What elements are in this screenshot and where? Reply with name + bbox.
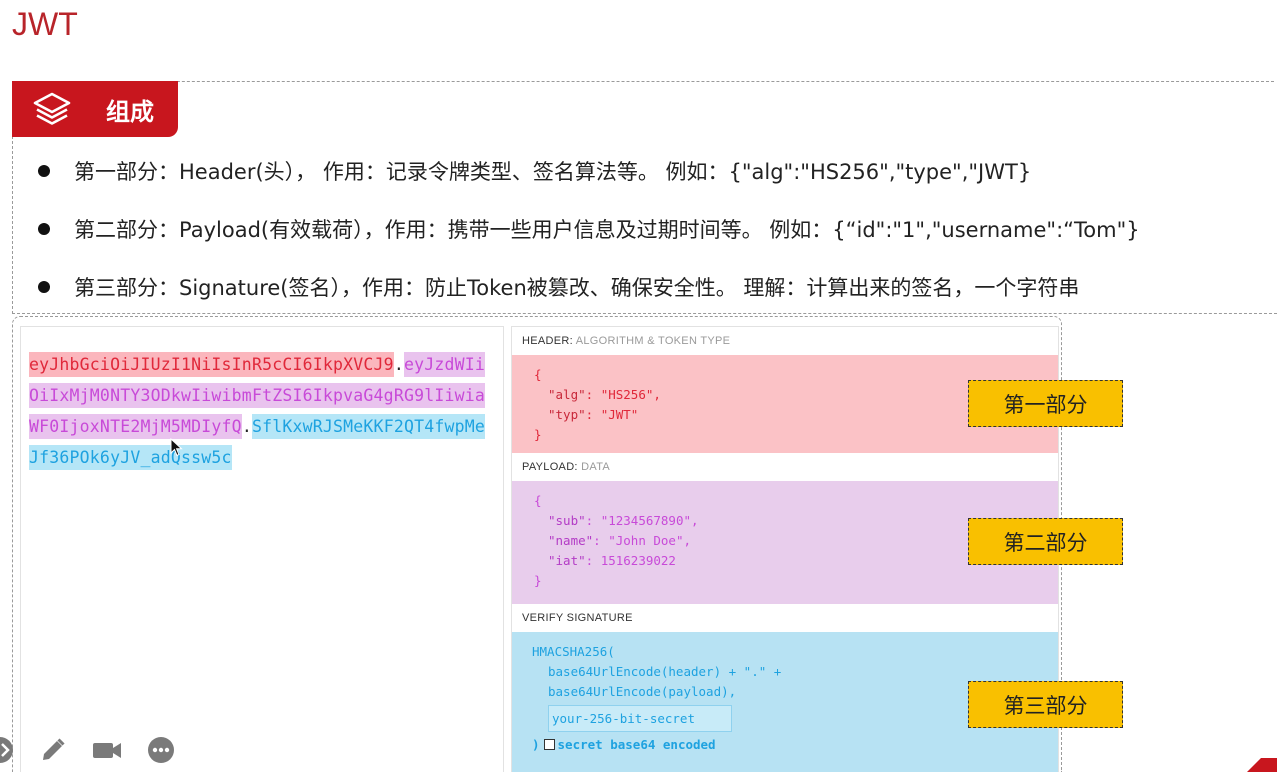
encoded-separator: .: [241, 417, 252, 436]
arrow-icon[interactable]: [0, 732, 16, 768]
section-tag: 组成: [12, 81, 178, 137]
verify-section-title: VERIFY SIGNATURE: [512, 604, 1058, 632]
more-icon[interactable]: [146, 732, 176, 768]
part-two-label: 第二部分: [968, 518, 1123, 565]
list-item-text: 第一部分：Header(头）， 作用：记录令牌类型、签名算法等。 例如：{"al…: [74, 160, 1032, 184]
json-key: "typ": [548, 407, 586, 422]
composition-list: 第一部分：Header(头）， 作用：记录令牌类型、签名算法等。 例如：{"al…: [36, 156, 1140, 330]
json-key: "iat": [548, 553, 586, 568]
part-one-label: 第一部分: [968, 380, 1123, 427]
verify-title: VERIFY SIGNATURE: [522, 612, 633, 624]
json-brace: }: [534, 573, 542, 588]
hmac-close: ): [532, 737, 540, 752]
secret-input[interactable]: your-256-bit-secret: [548, 705, 732, 732]
json-value: 1516239022: [600, 553, 676, 568]
bullet-dot: [38, 165, 50, 177]
encode-header-line: base64UrlEncode(header) + "." +: [548, 664, 782, 679]
payload-subtitle: DATA: [581, 461, 611, 473]
list-item-text: 第二部分：Payload(有效载荷），作用：携带一些用户信息及过期时间等。 例如…: [74, 218, 1140, 242]
json-brace: }: [534, 427, 542, 442]
json-brace: {: [534, 493, 542, 508]
encoded-separator: .: [393, 355, 404, 374]
json-key: "alg": [548, 387, 586, 402]
page-title: JWT: [12, 6, 78, 42]
hmac-function: HMACSHA256(: [532, 644, 615, 659]
encoded-token-box[interactable]: eyJhbGciOiJIUzI1NiIsInR5cCI6IkpXVCJ9.eyJ…: [20, 326, 504, 772]
part-three-label: 第三部分: [968, 681, 1123, 728]
payload-title: PAYLOAD:: [522, 461, 578, 473]
list-item-payload: 第二部分：Payload(有效载荷），作用：携带一些用户信息及过期时间等。 例如…: [36, 214, 1140, 272]
json-value: "JWT": [600, 407, 639, 422]
list-item-header: 第一部分：Header(头）， 作用：记录令牌类型、签名算法等。 例如：{"al…: [36, 156, 1140, 214]
bullet-dot: [38, 281, 50, 293]
bullet-dot: [38, 223, 50, 235]
presentation-toolbar: [0, 732, 200, 768]
mouse-cursor-icon: [170, 438, 183, 457]
json-value: "John Doe",: [608, 533, 692, 548]
base64-option: ) secret base64 encoded: [532, 735, 1058, 755]
pencil-icon[interactable]: [38, 732, 68, 768]
json-value: "HS256",: [600, 387, 661, 402]
payload-section-title: PAYLOAD: DATA: [512, 453, 1058, 481]
encoded-header: eyJhbGciOiJIUzI1NiIsInR5cCI6IkpXVCJ9: [29, 352, 394, 377]
header-section-title: HEADER: ALGORITHM & TOKEN TYPE: [512, 327, 1058, 355]
json-key: "name": [548, 533, 594, 548]
checkbox-label: secret base64 encoded: [557, 737, 716, 752]
camera-icon[interactable]: [90, 732, 124, 768]
header-title: HEADER:: [522, 335, 573, 347]
section-tag-label: 组成: [106, 97, 154, 126]
json-key: "sub": [548, 513, 586, 528]
secret-base64-checkbox[interactable]: [543, 739, 555, 750]
header-subtitle: ALGORITHM & TOKEN TYPE: [575, 335, 731, 347]
layers-icon: [30, 89, 74, 129]
list-item-text: 第三部分：Signature(签名），作用：防止Token被篡改、确保安全性。 …: [74, 276, 1080, 300]
corner-decoration-icon: [1247, 758, 1277, 772]
encoded-token[interactable]: eyJhbGciOiJIUzI1NiIsInR5cCI6IkpXVCJ9.eyJ…: [29, 349, 489, 473]
json-value: "1234567890",: [600, 513, 699, 528]
